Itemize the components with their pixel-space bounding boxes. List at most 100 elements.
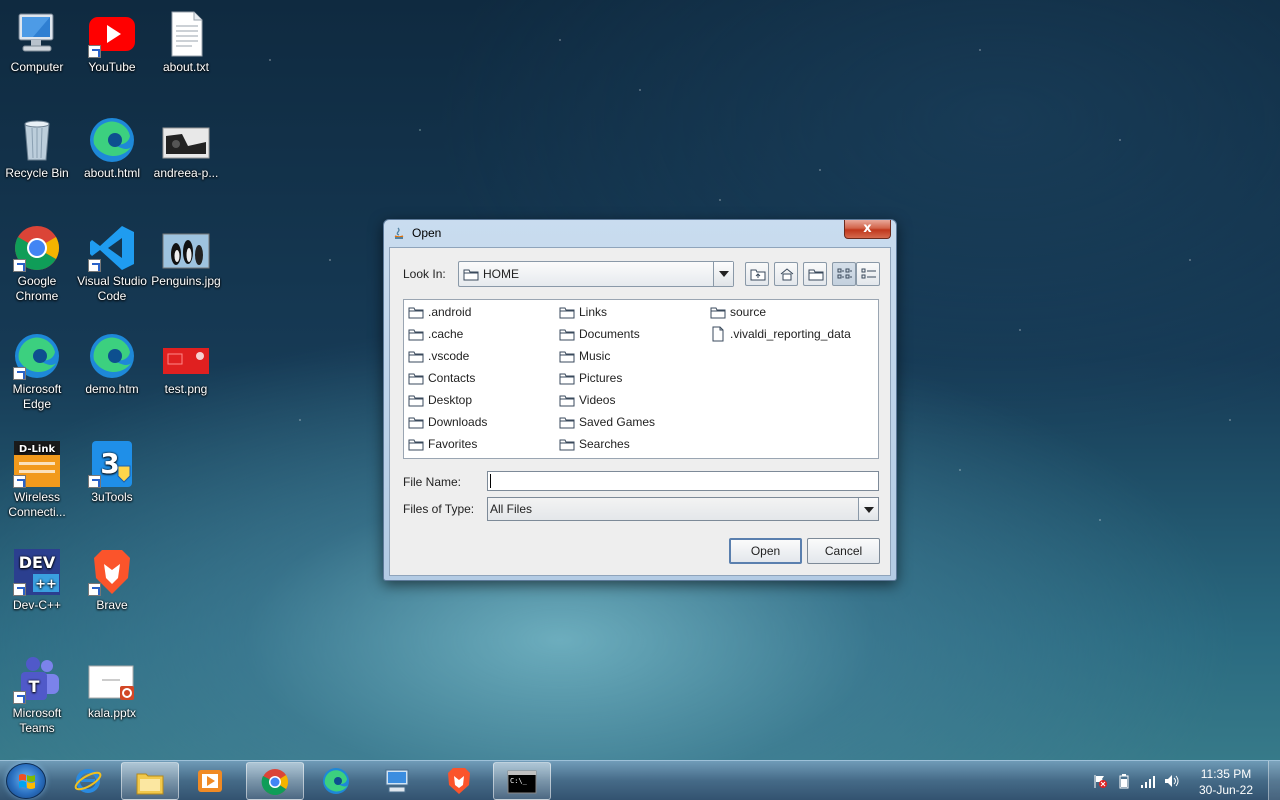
file-item-vscode[interactable]: .vscode: [408, 347, 469, 365]
desktop-icon-label: demo.htm: [85, 382, 139, 396]
desktop-icon-3utools[interactable]: 3 3uTools: [75, 440, 149, 505]
details-view-button[interactable]: [856, 262, 880, 286]
dlink-icon: D-Link: [13, 440, 61, 488]
file-item-vivaldi-reporting-data[interactable]: .vivaldi_reporting_data: [710, 325, 851, 343]
files-of-type-label: Files of Type:: [403, 502, 475, 516]
file-item-saved-games[interactable]: Saved Games: [559, 413, 655, 431]
taskbar-command-prompt[interactable]: C:\_: [493, 762, 551, 800]
taskbar-remote-desktop[interactable]: [369, 762, 427, 800]
look-in-combo[interactable]: HOME: [458, 261, 734, 287]
close-button[interactable]: x: [844, 220, 891, 239]
new-folder-button[interactable]: [803, 262, 827, 286]
open-button[interactable]: Open: [729, 538, 802, 564]
file-item-label: Downloads: [428, 415, 488, 429]
dialog-client-area: Look In: HOME .android .cache .vscode Co…: [389, 247, 891, 576]
cancel-button[interactable]: Cancel: [807, 538, 880, 564]
chrome-icon: [13, 224, 61, 272]
desktop-icon-penguins[interactable]: Penguins.jpg: [149, 224, 223, 289]
desktop-icon-about-html[interactable]: about.html: [75, 116, 149, 181]
windows-logo-icon: [19, 774, 35, 789]
folder-icon: [710, 307, 726, 318]
volume-icon[interactable]: [1164, 773, 1180, 789]
look-in-dropdown-arrow-icon[interactable]: [713, 262, 733, 286]
desktop-icon-microsoft-teams[interactable]: T Microsoft Teams: [0, 656, 74, 736]
file-name-input[interactable]: [487, 471, 879, 491]
files-of-type-combo[interactable]: All Files: [487, 497, 879, 521]
file-item-downloads[interactable]: Downloads: [408, 413, 487, 431]
chrome-icon: [261, 769, 289, 796]
text-caret: [490, 474, 491, 488]
file-item-label: Contacts: [428, 371, 476, 385]
desktop-icon-vscode[interactable]: Visual Studio Code: [75, 224, 149, 304]
desktop-icon-wireless-connection[interactable]: D-Link Wireless Connecti...: [0, 440, 74, 520]
files-of-type-dropdown-arrow-icon[interactable]: [858, 498, 878, 520]
taskbar-brave[interactable]: [431, 762, 489, 800]
edge-icon: [88, 332, 136, 380]
file-item-android[interactable]: .android: [408, 303, 471, 321]
desktop-icon-brave[interactable]: Brave: [75, 548, 149, 613]
shortcut-arrow-icon: [13, 367, 26, 380]
desktop-icon-label: andreea-p...: [153, 166, 219, 180]
file-item-cache[interactable]: .cache: [408, 325, 463, 343]
file-item-searches[interactable]: Searches: [559, 435, 630, 453]
file-item-label: Links: [579, 305, 608, 319]
file-item-pictures[interactable]: Pictures: [559, 369, 622, 387]
desktop-icon-label: YouTube: [88, 60, 136, 74]
show-desktop-button[interactable]: [1268, 761, 1280, 800]
desktop-icon-kala-pptx[interactable]: kala.pptx: [75, 656, 149, 721]
file-item-favorites[interactable]: Favorites: [408, 435, 477, 453]
desktop-icon-label: test.png: [164, 382, 208, 396]
desktop-icon-demo-htm[interactable]: demo.htm: [75, 332, 149, 397]
open-button-label: Open: [750, 544, 781, 558]
desktop-icon-andreea[interactable]: andreea-p...: [149, 116, 223, 181]
start-button[interactable]: [6, 763, 46, 799]
list-view-button[interactable]: [832, 262, 856, 286]
file-item-source[interactable]: source: [710, 303, 766, 321]
java-icon: [394, 227, 404, 239]
desktop-icon-test-png[interactable]: test.png: [149, 332, 223, 397]
taskbar-edge[interactable]: [308, 762, 366, 800]
network-signal-icon[interactable]: [1140, 773, 1156, 789]
clock-date: 30-Jun-22: [1198, 783, 1254, 797]
svg-text:DEV: DEV: [19, 553, 56, 572]
folder-icon: [559, 373, 575, 384]
file-item-videos[interactable]: Videos: [559, 391, 615, 409]
open-dialog: Open x Look In: HOME .android .cache .vs…: [383, 219, 897, 581]
file-item-music[interactable]: Music: [559, 347, 610, 365]
desktop-icon-google-chrome[interactable]: Google Chrome: [0, 224, 74, 304]
desktop-icon-label: Dev-C++: [12, 598, 62, 612]
desktop-icon-label: Recycle Bin: [5, 166, 69, 180]
home-button[interactable]: [774, 262, 798, 286]
file-list[interactable]: .android .cache .vscode Contacts Desktop…: [403, 299, 879, 459]
action-center-flag-icon[interactable]: [1092, 773, 1108, 789]
taskbar-internet-explorer[interactable]: [60, 762, 118, 800]
desktop-icon-computer[interactable]: Computer: [0, 10, 74, 75]
file-item-links[interactable]: Links: [559, 303, 607, 321]
up-one-level-button[interactable]: [745, 262, 769, 286]
close-icon: x: [863, 221, 872, 236]
shortcut-arrow-icon: [13, 259, 26, 272]
clock[interactable]: 11:35 PM 30-Jun-22: [1190, 766, 1262, 798]
image-thumbnail-icon: [162, 332, 210, 380]
desktop-icon-youtube[interactable]: YouTube: [75, 10, 149, 75]
folder-icon: [559, 439, 575, 450]
file-item-documents[interactable]: Documents: [559, 325, 640, 343]
look-in-value: HOME: [483, 267, 519, 281]
svg-text:3: 3: [100, 447, 119, 480]
details-view-icon: [861, 268, 876, 279]
desktop-icon-microsoft-edge[interactable]: Microsoft Edge: [0, 332, 74, 412]
battery-icon[interactable]: [1116, 773, 1132, 789]
edge-icon: [323, 768, 349, 794]
desktop-icon-recycle-bin[interactable]: Recycle Bin: [0, 116, 74, 181]
pptx-thumbnail-icon: [88, 656, 136, 704]
taskbar-file-explorer[interactable]: [121, 762, 179, 800]
file-item-contacts[interactable]: Contacts: [408, 369, 475, 387]
dialog-titlebar[interactable]: Open: [384, 220, 896, 246]
file-item-label: Favorites: [428, 437, 478, 451]
desktop-icon-about-txt[interactable]: about.txt: [149, 10, 223, 75]
file-item-desktop[interactable]: Desktop: [408, 391, 472, 409]
taskbar-media-player[interactable]: [182, 762, 240, 800]
folder-icon: [408, 329, 424, 340]
taskbar-chrome[interactable]: [246, 762, 304, 800]
desktop-icon-dev-cpp[interactable]: DEV ++ Dev-C++: [0, 548, 74, 613]
